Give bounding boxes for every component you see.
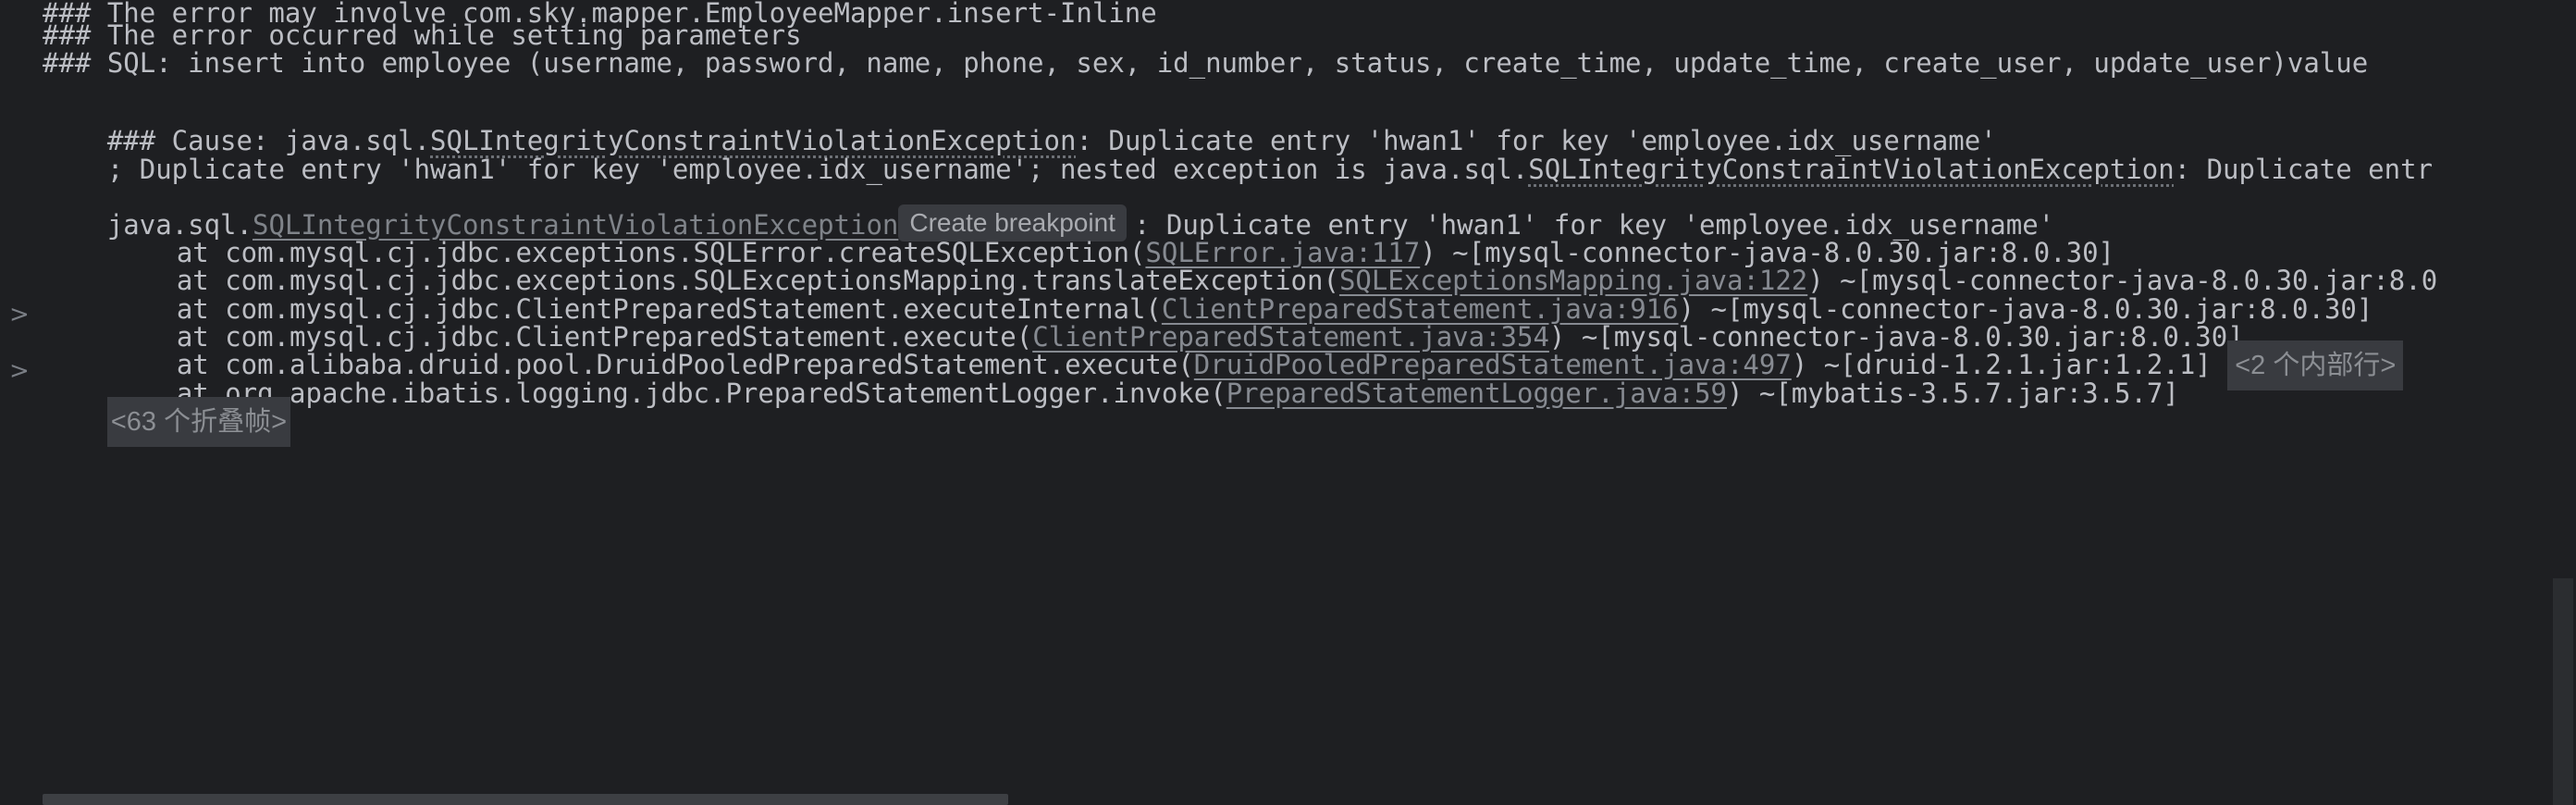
line-suffix: : Duplicate entr [2174,154,2434,185]
source-link[interactable]: PreparedStatementLogger.java:59 [1226,378,1727,409]
vertical-scrollbar[interactable] [2553,578,2573,805]
folded-frames-badge[interactable]: <63 个折叠帧> [106,397,291,447]
chevron-right-icon[interactable]: > [9,346,30,396]
internal-lines-fold[interactable]: <2 个内部行> [2227,341,2404,390]
frame-jar: ) ~[mybatis-3.5.7.jar:3.5.7] [1726,378,2179,409]
stack-frame: at org.apache.ibatis.logging.jdbc.Prepar… [112,318,2179,409]
console-output[interactable]: ### The error may involve com.sky.mapper… [0,0,2576,805]
chevron-right-icon[interactable]: > [9,290,30,340]
console-line: ; Duplicate entry 'hwan1' for key 'emplo… [43,94,2433,185]
folded-frames-line: <63 个折叠帧> [43,346,291,447]
horizontal-scrollbar-thumb[interactable] [43,794,1008,805]
frame-method: at org.apache.ibatis.logging.jdbc.Prepar… [176,378,1226,409]
